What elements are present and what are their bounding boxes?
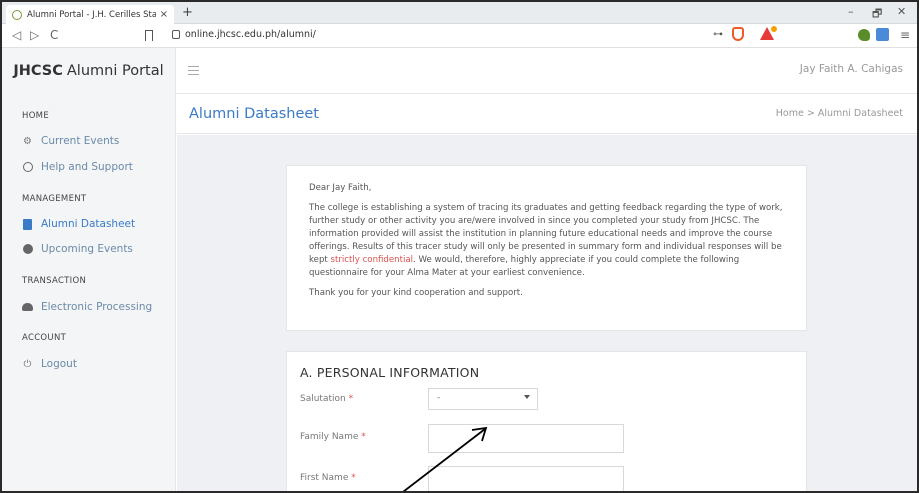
back-icon[interactable]: ◁ [12,28,21,42]
salutation-value: - [437,393,441,403]
sidebar-item-label: Current Events [41,135,120,147]
browser-menu-icon[interactable]: ≡ [900,28,910,42]
sidebar-item-label: Help and Support [41,161,133,173]
app-header: JHCSC Alumni Portal Jay Faith A. Cahigas [2,48,917,94]
site-favicon-icon [12,9,22,20]
rewards-badge-icon [771,26,777,32]
personal-info-form: A. PERSONAL INFORMATION Salutation * - F… [286,351,807,491]
form-section-title: A. PERSONAL INFORMATION [300,365,480,380]
brand-logo[interactable]: JHCSC Alumni Portal [2,48,176,94]
sidebar-item-current-events[interactable]: ⚙ Current Events [22,135,119,147]
salutation-label: Salutation * [300,394,354,404]
sidebar-item-label: Alumni Datasheet [41,218,136,230]
section-management: MANAGEMENT [22,194,87,204]
brand-rest: Alumni Portal [66,63,164,79]
brave-shield-icon[interactable] [732,27,744,41]
sidebar-item-help-support[interactable]: Help and Support [22,161,133,173]
sidebar-item-logout[interactable]: ⏻ Logout [22,358,77,370]
power-icon: ⏻ [23,358,32,370]
sidebar-item-label: Logout [41,358,77,370]
user-menu[interactable]: Jay Faith A. Cahigas [800,63,903,75]
section-transaction: TRANSACTION [22,276,87,286]
url-field[interactable]: online.jhcsc.edu.ph/alumni/ [185,29,316,40]
tab-close-icon[interactable]: × [160,9,168,20]
sidebar-item-upcoming-events[interactable]: Upcoming Events [22,243,133,255]
tab-title: Alumni Portal - J.H. Cerilles State C [27,9,156,20]
browser-tab-bar: Alumni Portal - J.H. Cerilles State C × … [2,2,917,24]
events-icon [22,244,33,255]
family-name-field[interactable] [428,424,624,453]
content-header: Alumni Datasheet Home > Alumni Datasheet [177,94,917,134]
lock-icon [172,30,180,39]
close-window-icon[interactable]: ✕ [897,5,906,18]
letter-closing: Thank you for your kind cooperation and … [309,288,523,298]
first-name-label: First Name * [300,473,356,483]
cloud-icon [22,302,33,313]
family-name-label: Family Name * [300,432,366,442]
confidential-highlight: strictly confidential [330,255,414,265]
chevron-down-icon [524,395,530,399]
sidebar-item-electronic-processing[interactable]: Electronic Processing [22,301,152,313]
key-icon[interactable]: ⊶ [713,29,723,40]
browser-tab[interactable]: Alumni Portal - J.H. Cerilles State C × [6,5,174,24]
document-icon [22,218,33,230]
brand-bold: JHCSC [13,63,63,79]
salutation-select[interactable]: - [428,388,538,410]
sidebar-toggle-icon[interactable] [188,66,199,75]
sidebar-item-label: Upcoming Events [41,243,133,255]
section-home: HOME [22,111,49,121]
breadcrumb[interactable]: Home > Alumni Datasheet [776,108,903,119]
screenshot-frame: Alumni Portal - J.H. Cerilles State C × … [0,0,919,493]
gears-icon: ⚙ [23,135,32,147]
sidebar: HOME ⚙ Current Events Help and Support M… [2,94,176,491]
minimize-icon[interactable]: – [848,5,854,18]
sidebar-item-alumni-datasheet[interactable]: Alumni Datasheet [22,218,135,230]
extension-icon[interactable] [876,28,889,41]
letter-body: The college is establishing a system of … [309,203,783,278]
restore-icon[interactable]: 🗗 [872,5,882,24]
extension-icon[interactable] [858,29,870,41]
page-title: Alumni Datasheet [189,106,319,122]
first-name-field[interactable] [428,466,624,491]
section-account: ACCOUNT [22,333,67,343]
bookmark-icon[interactable] [145,30,153,41]
browser-address-bar: ◁ ▷ C online.jhcsc.edu.ph/alumni/ ⊶ ≡ [2,24,917,48]
intro-letter-card: Dear Jay Faith, The college is establish… [286,165,807,331]
sidebar-item-label: Electronic Processing [41,301,153,313]
reload-icon[interactable]: C [50,28,58,42]
new-tab-button[interactable]: + [182,5,193,20]
help-icon [22,162,33,173]
letter-greeting: Dear Jay Faith, [309,183,372,193]
forward-icon[interactable]: ▷ [30,28,39,42]
